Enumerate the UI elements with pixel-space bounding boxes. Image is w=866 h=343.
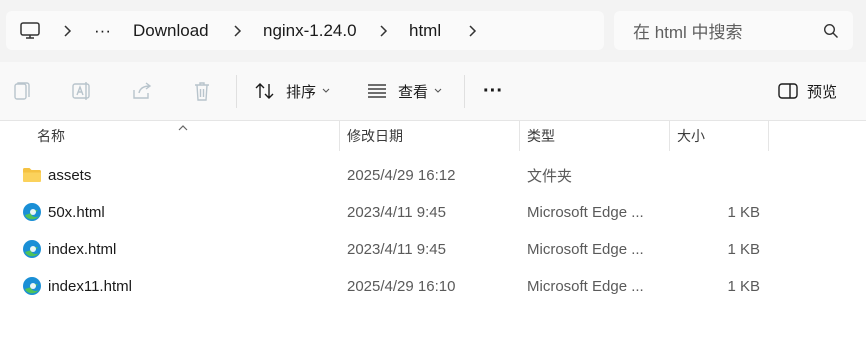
file-size: 1 KB [727, 278, 760, 295]
breadcrumb-item-html[interactable]: html [409, 11, 441, 50]
chevron-right-icon[interactable] [467, 11, 477, 50]
preview-button[interactable]: 预览 [777, 62, 837, 120]
share-icon[interactable] [131, 62, 153, 120]
view-button[interactable]: 查看 [366, 62, 442, 120]
toolbar-divider [236, 75, 237, 108]
column-divider[interactable] [669, 121, 670, 151]
chevron-right-icon[interactable] [378, 11, 388, 50]
file-date: 2023/4/11 9:45 [347, 241, 446, 258]
list-item[interactable]: 50x.html 2023/4/11 9:45 Microsoft Edge .… [0, 194, 866, 231]
command-bar: 排序 查看 ··· 预览 [0, 62, 866, 121]
search-placeholder[interactable]: 在 html 中搜索 [633, 11, 743, 50]
column-divider[interactable] [519, 121, 520, 151]
file-type: 文件夹 [527, 168, 573, 185]
search-icon[interactable] [823, 23, 839, 39]
sort-label: 排序 [286, 83, 317, 101]
file-name: index.html [48, 241, 117, 258]
file-size: 1 KB [727, 204, 760, 221]
view-label: 查看 [398, 83, 429, 101]
column-divider[interactable] [339, 121, 340, 151]
list-item[interactable]: index.html 2023/4/11 9:45 Microsoft Edge… [0, 231, 866, 268]
preview-label: 预览 [807, 83, 838, 101]
chevron-down-icon [434, 88, 442, 94]
view-icon [366, 82, 388, 100]
address-toolbar: ··· Download nginx-1.24.0 html 在 html 中搜… [0, 0, 866, 62]
file-size: 1 KB [727, 241, 760, 258]
column-type-header[interactable]: 类型 [527, 121, 555, 151]
sort-icon [254, 81, 276, 101]
breadcrumb-item-download[interactable]: Download [133, 11, 209, 50]
file-type: Microsoft Edge ... [527, 278, 644, 295]
computer-icon[interactable] [20, 11, 40, 50]
column-header: 名称 修改日期 类型 大小 [0, 121, 866, 151]
breadcrumb-item-nginx[interactable]: nginx-1.24.0 [263, 11, 357, 50]
sort-button[interactable]: 排序 [254, 62, 330, 120]
edge-icon [22, 276, 42, 296]
column-divider[interactable] [768, 121, 769, 151]
file-name: index11.html [48, 278, 132, 295]
folder-icon [22, 165, 42, 185]
breadcrumb-overflow[interactable]: ··· [94, 11, 111, 50]
file-date: 2025/4/29 16:10 [347, 278, 456, 295]
column-date-header[interactable]: 修改日期 [347, 121, 403, 151]
file-type: Microsoft Edge ... [527, 204, 644, 221]
search-box[interactable]: 在 html 中搜索 [614, 11, 853, 50]
rename-icon[interactable] [71, 62, 93, 120]
chevron-right-icon[interactable] [232, 11, 242, 50]
column-size-header[interactable]: 大小 [677, 121, 705, 151]
preview-pane-icon [777, 82, 799, 100]
list-item[interactable]: index11.html 2025/4/29 16:10 Microsoft E… [0, 268, 866, 305]
file-date: 2023/4/11 9:45 [347, 204, 446, 221]
delete-icon[interactable] [191, 62, 213, 120]
file-type: Microsoft Edge ... [527, 241, 644, 258]
address-bar[interactable]: ··· Download nginx-1.24.0 html [6, 11, 604, 50]
edge-icon [22, 202, 42, 222]
toolbar-divider [464, 75, 465, 108]
list-item[interactable]: assets 2025/4/29 16:12 文件夹 [0, 157, 866, 194]
edge-icon [22, 239, 42, 259]
file-name: assets [48, 167, 92, 184]
chevron-right-icon[interactable] [62, 11, 72, 50]
column-name-header[interactable]: 名称 [37, 121, 65, 151]
file-date: 2025/4/29 16:12 [347, 167, 456, 184]
file-name: 50x.html [48, 204, 105, 221]
more-options-button[interactable]: ··· [483, 62, 503, 120]
chevron-down-icon [322, 88, 330, 94]
copy-icon[interactable] [11, 62, 33, 120]
